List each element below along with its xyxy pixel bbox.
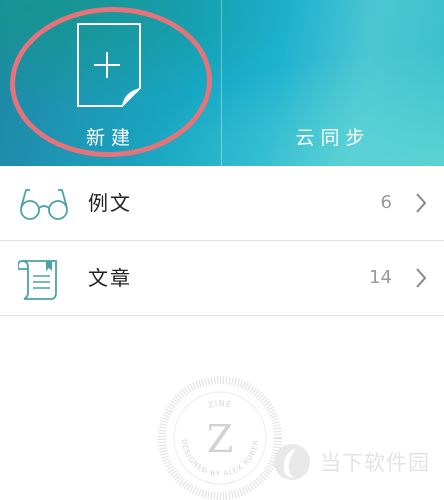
watermark-text: 当下软件园 [320,451,430,475]
glasses-icon [20,189,68,220]
cloud-sync-tile[interactable]: 云同步 [222,0,444,166]
zine-logo: ZINE DESIGNED BY ALEX RUBER Z [158,376,282,500]
svg-text:ZINE: ZINE [207,399,233,410]
watermark-logo-icon [274,444,310,480]
new-document-icon [77,23,141,107]
new-label: 新建 [85,127,136,149]
list-item-title: 例文 [88,191,132,215]
category-list: 例文 6 文章 14 [0,166,444,316]
list-item-count: 14 [369,267,392,288]
document-scroll-icon [18,260,57,300]
banner-divider [221,0,222,166]
logo-letter: Z [207,417,233,461]
cloud-sync-label: 云同步 [295,127,371,149]
list-item-count: 6 [380,192,392,213]
logo-top-text: ZINE [207,399,232,410]
chevron-right-icon [416,193,427,213]
chevron-right-icon [416,268,427,288]
list-item-examples[interactable]: 例文 6 [0,166,444,241]
list-item-title: 文章 [88,266,132,290]
watermark: 当下软件园 [272,440,430,484]
new-tile[interactable]: 新建 [0,0,222,166]
list-item-articles[interactable]: 文章 14 [0,241,444,316]
top-banner: 新建 云同步 [0,0,444,166]
